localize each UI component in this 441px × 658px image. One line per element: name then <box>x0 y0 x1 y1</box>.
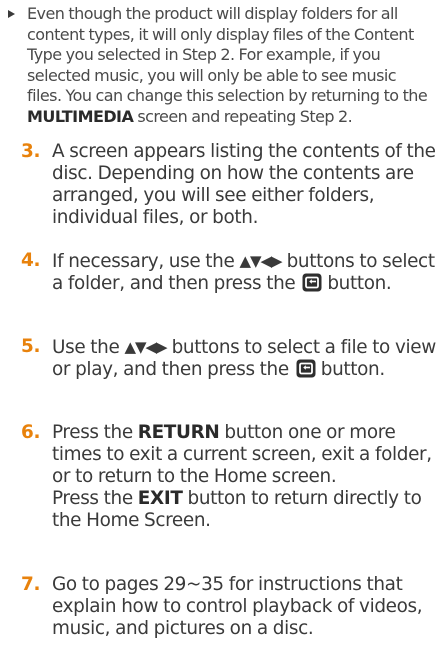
note-bold-multimedia: MULTIMEDIA <box>27 106 134 126</box>
return-button-label: RETURN <box>137 422 220 443</box>
step-text-part: button. <box>315 359 385 380</box>
step-number: 5. <box>21 336 41 357</box>
note-text-part-2: screen and repeating Step 2. <box>133 106 353 126</box>
step-text: Use the ▲▼◀▶ buttons to select a file to… <box>52 336 436 384</box>
enter-button-icon <box>296 359 316 384</box>
step-number: 7. <box>21 574 41 595</box>
step-number: 6. <box>21 422 41 443</box>
step-text: If necessary, use the ▲▼◀▶ buttons to se… <box>52 250 436 298</box>
step-text-part: button. <box>322 273 392 294</box>
step-7: 7. Go to pages 29~35 for instructions th… <box>21 574 436 640</box>
step-text-part: Press the <box>52 488 138 509</box>
step-text-part: Use the <box>52 337 125 358</box>
step-text: Go to pages 29~35 for instructions that … <box>52 574 423 639</box>
step-text: A screen appears listing the contents of… <box>52 141 436 228</box>
step-5: 5. Use the ▲▼◀▶ buttons to select a file… <box>21 336 436 384</box>
step-6: 6. Press the RETURN button one or more t… <box>21 422 436 532</box>
note-text: Even though the product will display fol… <box>27 4 433 127</box>
enter-button-icon <box>302 273 322 298</box>
step-text-part: If necessary, use the <box>52 251 240 272</box>
step-3: 3. A screen appears listing the contents… <box>21 141 436 229</box>
note-text-part-1: Even though the product will display fol… <box>27 4 428 105</box>
step-text-part: Press the <box>52 422 138 443</box>
step-4: 4. If necessary, use the ▲▼◀▶ buttons to… <box>21 250 436 298</box>
step-text: Press the RETURN button one or more time… <box>52 422 436 532</box>
step-number: 3. <box>21 141 41 162</box>
direction-arrows-icon: ▲▼◀▶ <box>124 338 167 356</box>
exit-button-label: EXIT <box>137 488 183 509</box>
triangle-bullet-icon <box>8 10 15 18</box>
direction-arrows-icon: ▲▼◀▶ <box>239 252 282 270</box>
note-block: Even though the product will display fol… <box>8 4 433 127</box>
step-number: 4. <box>21 250 41 271</box>
